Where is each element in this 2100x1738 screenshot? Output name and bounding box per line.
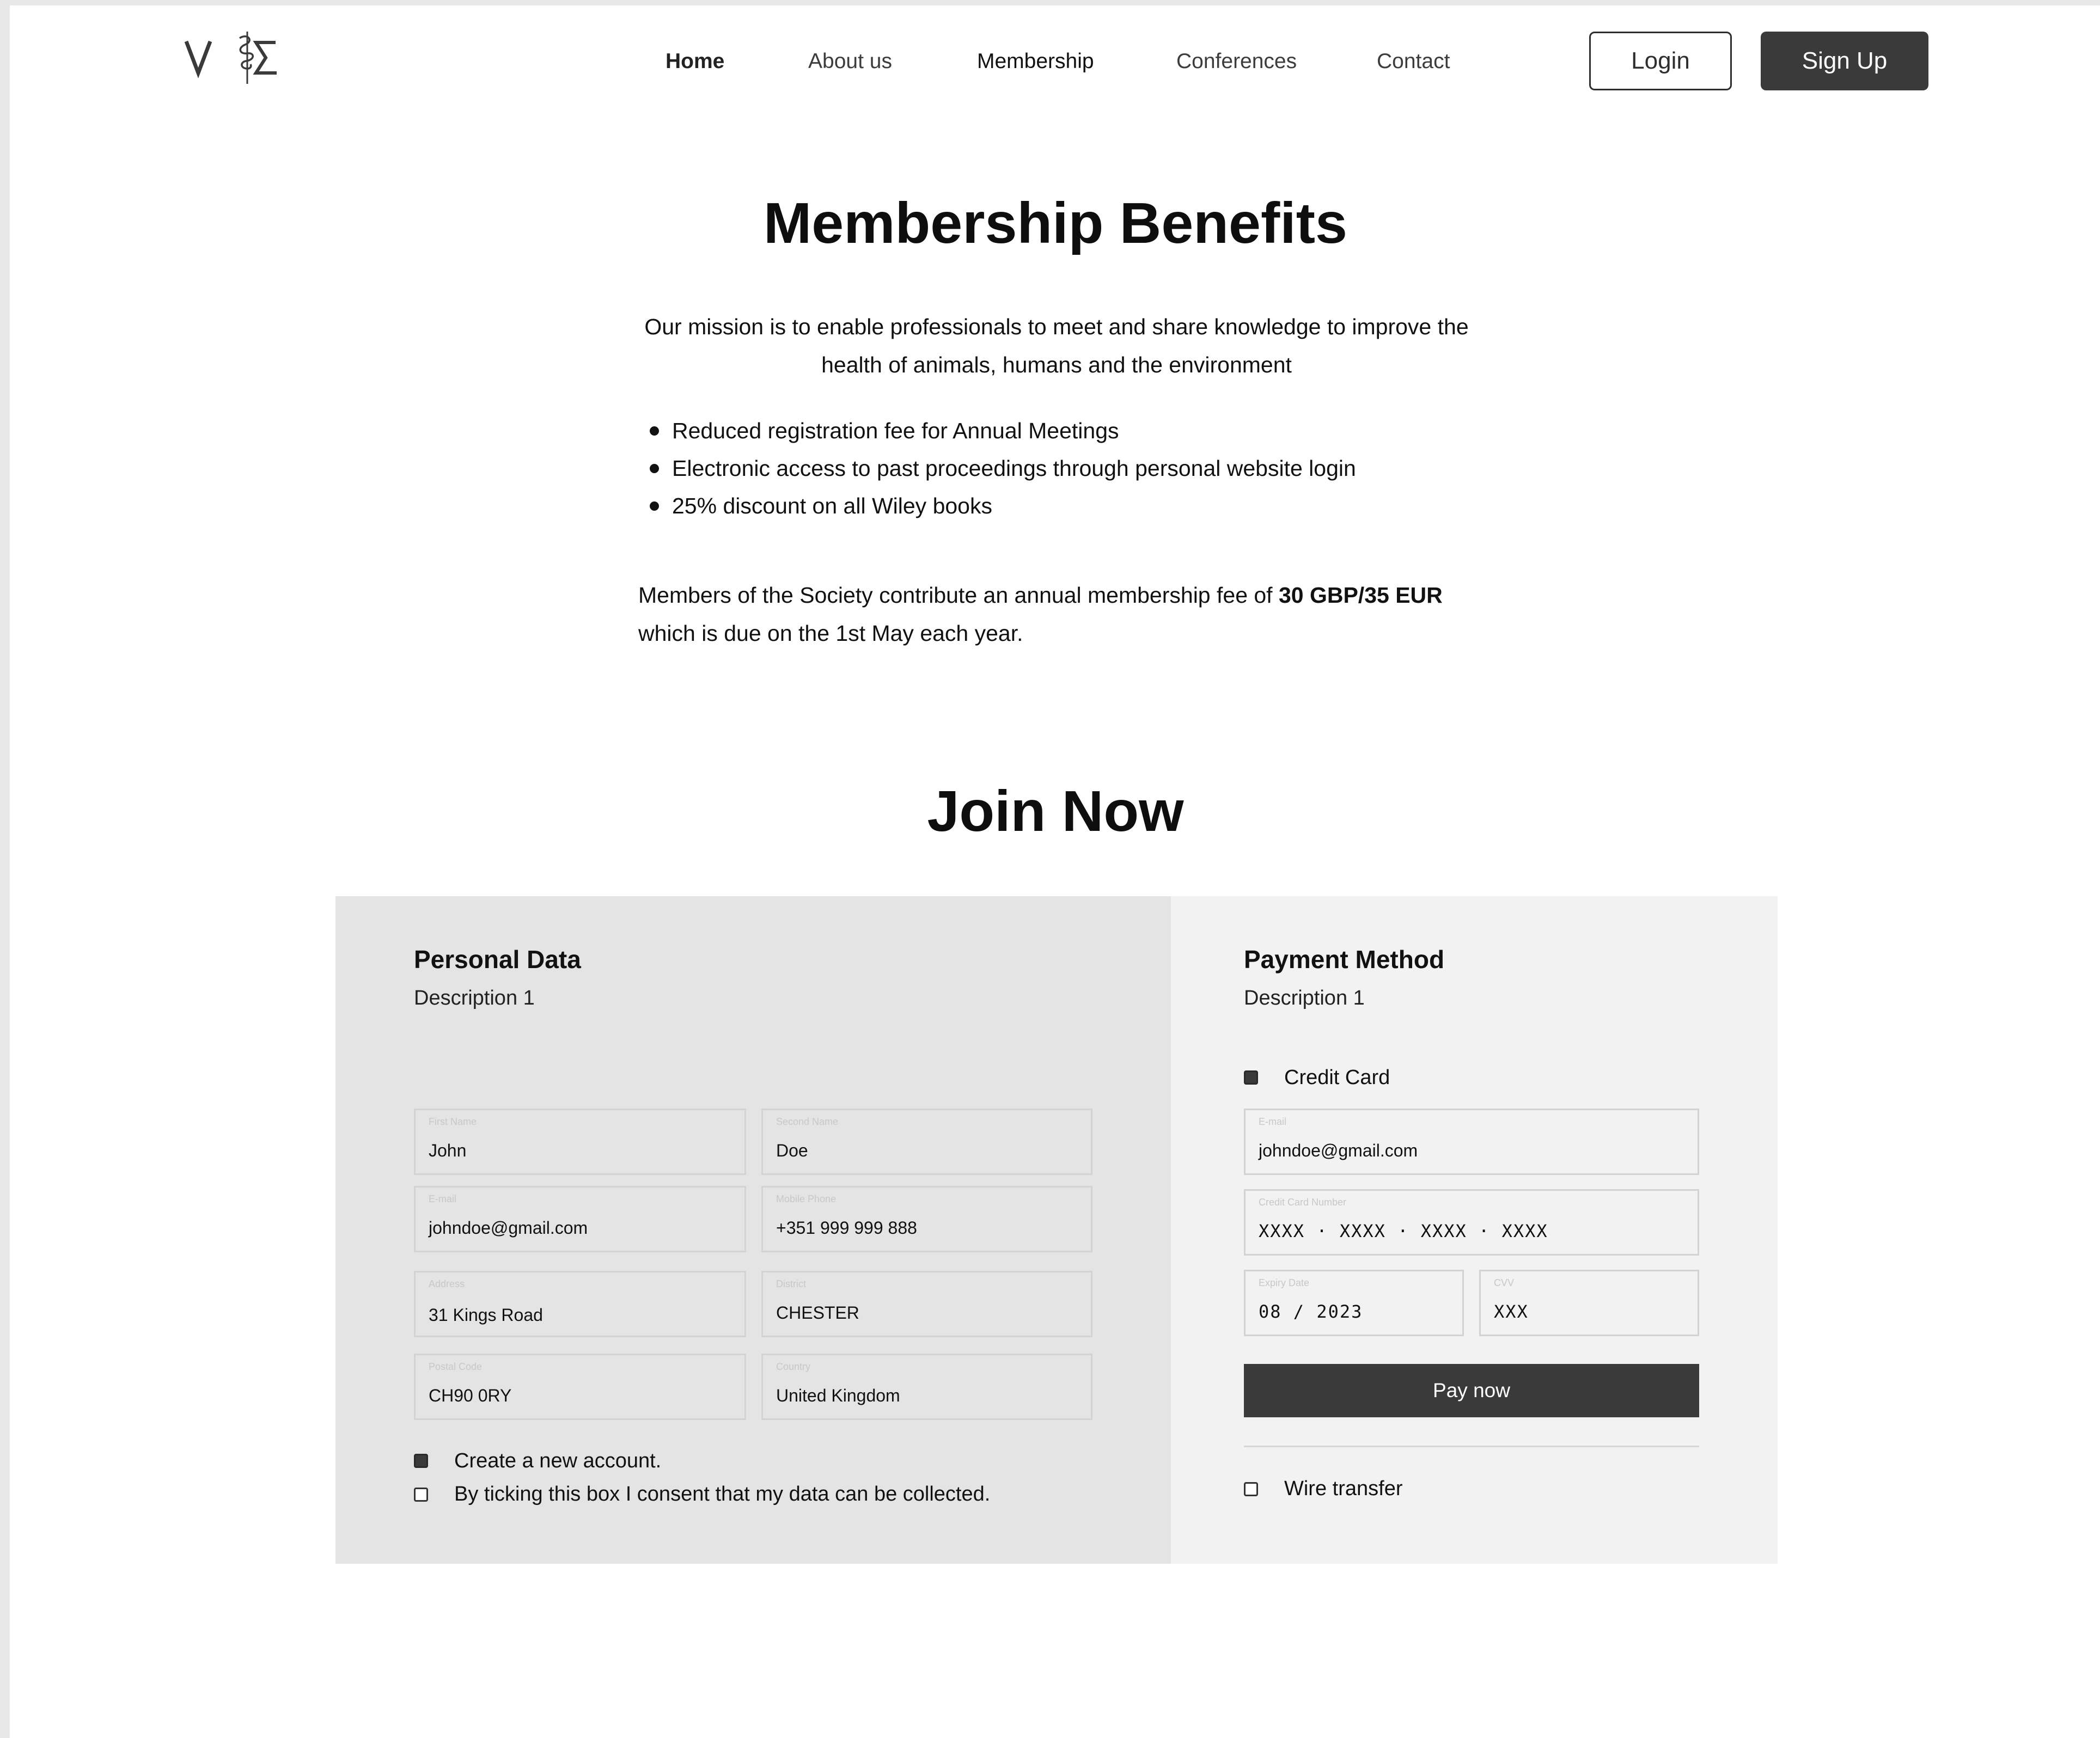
district-field[interactable]: District CHESTER [761, 1271, 1092, 1337]
signup-button[interactable]: Sign Up [1761, 32, 1928, 90]
credit-card-label: Credit Card [1284, 1066, 1390, 1089]
benefit-item: 25% discount on all Wiley books [626, 487, 1498, 525]
nav-about-us[interactable]: About us [808, 48, 892, 75]
create-account-checkbox[interactable] [414, 1454, 428, 1468]
first-name-field[interactable]: First Name John [414, 1109, 746, 1175]
bullet-icon [650, 426, 659, 436]
benefit-item: Reduced registration fee for Annual Meet… [626, 412, 1498, 450]
consent-checkbox[interactable] [414, 1488, 428, 1502]
membership-benefits-title: Membership Benefits [763, 191, 1347, 255]
login-button[interactable]: Login [1589, 32, 1732, 90]
nav-home[interactable]: Home [666, 48, 724, 75]
nav-conferences[interactable]: Conferences [1176, 48, 1297, 75]
payment-divider [1244, 1446, 1699, 1447]
pay-now-button[interactable]: Pay now [1244, 1364, 1699, 1417]
payment-email-field[interactable]: E-mail johndoe@gmail.com [1244, 1109, 1699, 1175]
personal-data-title: Personal Data [414, 945, 581, 974]
nav-membership[interactable]: Membership [977, 48, 1094, 75]
logo-mark-icon [184, 32, 277, 84]
window-top-edge [0, 0, 2100, 5]
wire-transfer-checkbox[interactable] [1244, 1482, 1258, 1496]
expiry-date-field[interactable]: Expiry Date 08 / 2023 [1244, 1270, 1464, 1336]
consent-label: By ticking this box I consent that my da… [454, 1483, 991, 1506]
benefit-item: Electronic access to past proceedings th… [626, 450, 1498, 487]
card-number-field[interactable]: Credit Card Number XXXX · XXXX · XXXX · … [1244, 1189, 1699, 1256]
cvv-field[interactable]: CVV XXX [1479, 1270, 1699, 1336]
mobile-phone-field[interactable]: Mobile Phone +351 999 999 888 [761, 1186, 1092, 1252]
personal-data-description: Description 1 [414, 987, 535, 1009]
second-name-field[interactable]: Second Name Doe [761, 1109, 1092, 1175]
logo[interactable] [183, 27, 281, 87]
fee-amount: 30 GBP/35 EUR [1278, 583, 1443, 608]
payment-method-title: Payment Method [1244, 945, 1445, 974]
country-field[interactable]: Country United Kingdom [761, 1354, 1092, 1420]
join-now-title: Join Now [927, 779, 1184, 843]
membership-fee-text: Members of the Society contribute an ann… [638, 583, 1443, 646]
wire-transfer-label: Wire transfer [1284, 1477, 1403, 1500]
mission-text: Our mission is to enable professionals t… [644, 314, 1469, 377]
postal-code-field[interactable]: Postal Code CH90 0RY [414, 1354, 746, 1420]
create-account-label: Create a new account. [454, 1449, 662, 1472]
nav-contact[interactable]: Contact [1377, 48, 1450, 75]
site-header: Home About us Membership Conferences Con… [0, 5, 2100, 109]
bullet-icon [650, 501, 659, 511]
benefit-list: Reduced registration fee for Annual Meet… [626, 412, 1498, 525]
credit-card-checkbox[interactable] [1244, 1070, 1258, 1085]
address-field[interactable]: Address 31 Kings Road [414, 1271, 746, 1337]
email-field[interactable]: E-mail johndoe@gmail.com [414, 1186, 746, 1252]
payment-method-description: Description 1 [1244, 987, 1365, 1009]
bullet-icon [650, 464, 659, 473]
